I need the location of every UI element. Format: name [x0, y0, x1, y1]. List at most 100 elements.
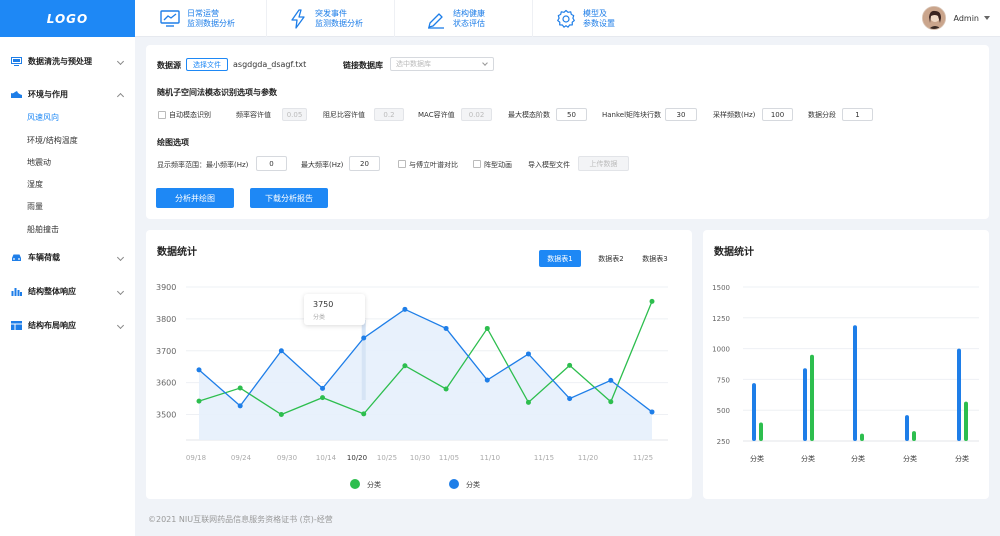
chevron-down-icon [116, 253, 125, 261]
bar [752, 383, 756, 441]
hankel-input[interactable]: 30 [665, 108, 697, 121]
nav-label-line: 参数设置 [583, 18, 615, 28]
analyze-plot-button[interactable]: 分析并绘图 [156, 188, 234, 208]
logo[interactable]: LOGO [0, 0, 135, 37]
sidebar-group-label: 车辆荷载 [28, 252, 60, 262]
data-point [443, 325, 449, 331]
bar [759, 422, 763, 441]
mode-animation-checkbox[interactable] [473, 160, 481, 168]
mode-animation-label: 阵型动画 [484, 161, 512, 169]
nav-line: 结构健康 状态评估 [453, 9, 509, 29]
avatar[interactable] [921, 6, 946, 30]
x-tick-label: 10/25 [377, 454, 397, 462]
y-tick-label: 250 [717, 438, 730, 446]
sidebar-item-humidity[interactable]: 湿度 [27, 179, 43, 190]
car-icon [12, 254, 21, 261]
footer: ©2021 NIU互联网药品信息服务资格证书 (京)-经营 [148, 515, 333, 524]
mac-tol-input[interactable]: 0.02 [461, 108, 492, 121]
sidebar-group-structure-layout[interactable]: 结构布局响应 [0, 315, 135, 335]
bar [912, 431, 916, 441]
data-point [567, 362, 573, 368]
y-tick-label: 1250 [712, 315, 730, 323]
sidebar-item-ship-impact[interactable]: 船舶撞击 [27, 224, 59, 235]
data-point [525, 351, 531, 357]
nav-label-line: 日常运营 [187, 8, 219, 18]
sidebar-group-vehicle[interactable]: 车辆荷载 [0, 247, 135, 267]
x-tick-label: 分类 [955, 454, 969, 463]
bar [860, 433, 864, 441]
max-freq-input[interactable]: 20 [349, 156, 380, 171]
x-tick-label: 分类 [750, 454, 764, 463]
max-order-label: 最大模态阶数 [508, 111, 550, 119]
nav-model-settings[interactable]: 模型及 参数设置 [555, 0, 663, 37]
sidebar-group-label: 结构布局响应 [28, 320, 76, 330]
user-menu[interactable]: Admin [921, 6, 990, 30]
hover-indicator [361, 320, 366, 400]
sidebar-group-data-cleaning[interactable]: 数据清洗与预处理 [0, 51, 135, 71]
nav-label-line: 模型及 [583, 8, 607, 18]
data-point [649, 409, 655, 415]
y-tick-label: 3800 [156, 315, 176, 324]
sidebar-item-rainfall[interactable]: 雨量 [27, 201, 43, 212]
nav-health[interactable]: 结构健康 状态评估 [425, 0, 533, 37]
chevron-down-icon [116, 321, 125, 329]
freq-tol-input[interactable]: 0.05 [282, 108, 307, 121]
analysis-form-card: 数据源 选择文件 asgdgda_dsagf.txt 链接数据库 选中数据库 随… [146, 45, 989, 219]
user-name: Admin [953, 13, 980, 23]
data-point [320, 385, 326, 391]
sidebar-item-earthquake[interactable]: 地震动 [27, 157, 51, 168]
chevron-up-icon [116, 92, 125, 100]
data-point [484, 377, 490, 383]
sidebar-group-structure-overall[interactable]: 结构整体响应 [0, 281, 135, 301]
legend-label: 分类 [367, 481, 381, 489]
sidebar-group-environment[interactable]: 环境与作用 [0, 84, 135, 104]
max-order-input[interactable]: 50 [556, 108, 587, 121]
segments-input[interactable]: 1 [842, 108, 873, 121]
data-point [237, 403, 243, 409]
bar-chart[interactable]: 250 500 750 1000 1250 1500 分类 分类 分类 分类 分类 [703, 230, 989, 499]
x-tick-label: 09/30 [277, 454, 297, 462]
nav-label-line: 突发事件 [315, 8, 347, 18]
database-select-value: 选中数据库 [396, 60, 431, 68]
monitor-icon [11, 56, 22, 66]
database-select[interactable]: 选中数据库 [390, 57, 494, 71]
data-point [196, 367, 202, 373]
shoe-icon [11, 90, 22, 98]
nav-emergency[interactable]: 突发事件 监测数据分析 [287, 0, 395, 37]
nav-label: 突发事件 监测数据分析 [315, 9, 371, 29]
data-point [608, 399, 614, 405]
auto-modal-checkbox[interactable] [158, 111, 166, 119]
data-point [361, 411, 367, 417]
x-tick-label: 09/24 [231, 454, 252, 462]
sidebar-group-label: 结构整体响应 [28, 286, 76, 296]
max-freq-label: 最大频率(Hz) [301, 161, 344, 169]
nav-line: 模型及 参数设置 [583, 9, 639, 29]
chevron-down-icon [482, 60, 488, 66]
bar [964, 401, 968, 441]
x-tick-label: 11/25 [633, 454, 653, 462]
y-tick-label: 3600 [156, 379, 176, 388]
line-chart[interactable]: 3500 3600 3700 3800 3900 09/18 09/24 09/30 10/14… [146, 230, 692, 499]
sidebar-item-temperature[interactable]: 环境/结构温度 [27, 135, 78, 146]
choose-file-button[interactable]: 选择文件 [186, 58, 228, 71]
damp-tol-input[interactable]: 0.2 [374, 108, 404, 121]
bar-chart-icon [11, 287, 22, 296]
download-report-button[interactable]: 下载分析报告 [250, 188, 328, 208]
sample-label: 采样频数(Hz) [713, 111, 756, 119]
nav-daily-ops[interactable]: 日常运营 监测数据分析 [159, 0, 267, 37]
bar [957, 348, 961, 441]
sidebar-item-wind[interactable]: 风速风向 [27, 112, 59, 123]
fourier-checkbox[interactable] [398, 160, 406, 168]
sample-input[interactable]: 100 [762, 108, 793, 121]
data-point [278, 348, 284, 354]
chevron-down-icon [116, 287, 125, 295]
x-tick-label: 11/10 [480, 454, 500, 462]
x-tick-label: 10/20 [347, 454, 367, 462]
data-point [402, 306, 408, 312]
area-fill-blue [199, 309, 652, 440]
data-point [649, 298, 655, 304]
x-tick-label: 分类 [903, 454, 917, 463]
chevron-down-icon[interactable] [984, 16, 990, 20]
min-freq-input[interactable]: 0 [256, 156, 287, 171]
upload-data-button[interactable]: 上传数据 [578, 156, 629, 171]
